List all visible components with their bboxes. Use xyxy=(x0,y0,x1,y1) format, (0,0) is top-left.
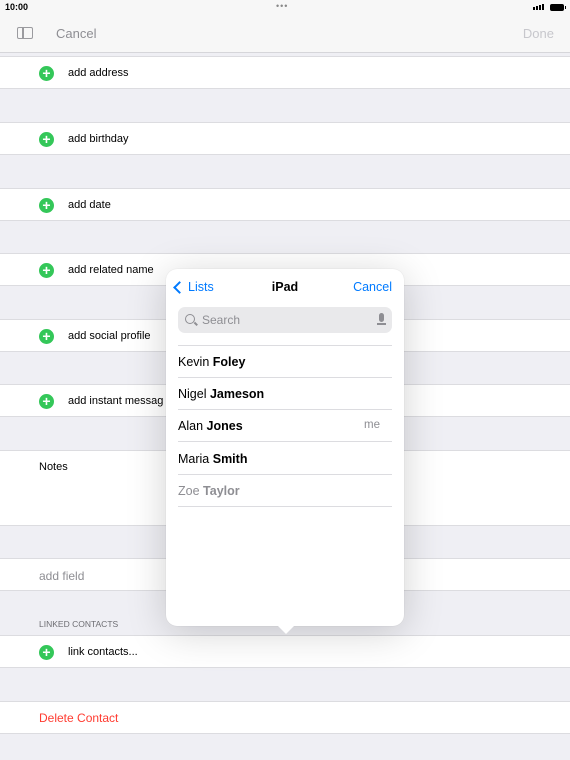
add-address-label: add address xyxy=(68,67,129,79)
notes-label: Notes xyxy=(39,461,68,473)
add-field-label: add field xyxy=(39,569,85,583)
contact-name: Nigel Jameson xyxy=(178,387,264,401)
battery-icon xyxy=(550,4,566,11)
popover-arrow xyxy=(277,625,295,634)
contact-name: Kevin Foley xyxy=(178,355,245,369)
contact-first-name: Zoe xyxy=(178,484,200,498)
contact-last-name: Foley xyxy=(212,355,246,369)
contact-last-name: Jones xyxy=(206,419,243,433)
add-icon[interactable]: + xyxy=(39,132,54,147)
search-icon xyxy=(185,314,195,324)
contact-name: Zoe Taylor xyxy=(178,484,240,498)
add-social-profile-label: add social profile xyxy=(68,330,151,342)
link-contacts-row[interactable]: + link contacts... xyxy=(0,635,570,668)
add-icon[interactable]: + xyxy=(39,263,54,278)
contact-first-name: Nigel xyxy=(178,387,207,401)
delete-contact-button[interactable]: Delete Contact xyxy=(39,711,118,725)
contact-first-name: Alan xyxy=(178,419,204,433)
contact-last-name: Jameson xyxy=(209,387,265,401)
microphone-icon[interactable] xyxy=(377,313,386,325)
search-placeholder: Search xyxy=(202,313,241,327)
contact-name: Alan Jones xyxy=(178,419,243,433)
navigation-bar: Cancel Done xyxy=(0,16,570,53)
add-birthday-label: add birthday xyxy=(68,133,129,145)
add-related-name-label: add related name xyxy=(68,264,154,276)
signal-icon xyxy=(533,4,544,10)
me-tag: me xyxy=(364,419,380,431)
linked-contacts-header: LINKED CONTACTS xyxy=(39,619,119,629)
add-date-row[interactable]: + add date xyxy=(0,188,570,221)
add-icon[interactable]: + xyxy=(39,66,54,81)
add-icon[interactable]: + xyxy=(39,394,54,409)
contact-first-name: Kevin xyxy=(178,355,210,369)
contact-row[interactable]: Maria Smith xyxy=(178,443,392,475)
contacts-popover: Lists iPad Cancel Search Kevin Foley Nig… xyxy=(166,269,404,626)
contact-last-name: Smith xyxy=(212,452,248,466)
status-bar: 10:00 ••• xyxy=(0,0,570,16)
add-instant-message-label: add instant messag xyxy=(68,395,164,407)
multitasking-dots: ••• xyxy=(276,1,289,11)
add-icon[interactable]: + xyxy=(39,329,54,344)
add-address-row[interactable]: + add address xyxy=(0,56,570,89)
add-date-label: add date xyxy=(68,199,111,211)
contact-row[interactable]: Zoe Taylor xyxy=(178,475,392,507)
link-contacts-label: link contacts... xyxy=(68,646,138,658)
contact-name: Maria Smith xyxy=(178,452,247,466)
contact-row[interactable]: Kevin Foley xyxy=(178,346,392,378)
search-input[interactable]: Search xyxy=(178,307,392,333)
status-time: 10:00 xyxy=(5,2,29,12)
contact-row[interactable]: Nigel Jameson xyxy=(178,378,392,410)
delete-contact-row[interactable]: Delete Contact xyxy=(0,701,570,734)
contact-last-name: Taylor xyxy=(203,484,240,498)
popover-cancel-button[interactable]: Cancel xyxy=(353,280,392,294)
sidebar-icon[interactable] xyxy=(17,27,33,39)
add-birthday-row[interactable]: + add birthday xyxy=(0,122,570,155)
add-icon[interactable]: + xyxy=(39,198,54,213)
cancel-button[interactable]: Cancel xyxy=(56,26,96,41)
add-icon[interactable]: + xyxy=(39,645,54,660)
contact-row[interactable]: Alan Jones me xyxy=(178,410,392,442)
done-button[interactable]: Done xyxy=(523,26,554,41)
contact-first-name: Maria xyxy=(178,452,213,466)
